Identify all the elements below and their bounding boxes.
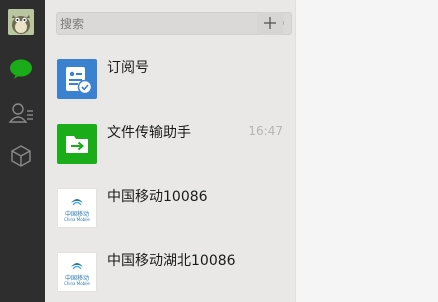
add-button[interactable]	[257, 12, 283, 35]
chat-list-pane: 订阅号 文件传输助手 16:47 中国移动 China Mobile	[45, 0, 295, 302]
logo-text-en: China Mobile	[64, 281, 90, 286]
chat-name: 订阅号	[107, 60, 149, 76]
favorites-cube-icon[interactable]	[8, 143, 34, 169]
chat-time: 16:47	[248, 124, 283, 138]
user-avatar[interactable]	[8, 9, 34, 35]
china-mobile-logo: 中国移动 China Mobile	[57, 252, 97, 292]
contacts-icon[interactable]	[8, 101, 34, 127]
chat-item-subscriptions[interactable]: 订阅号	[45, 53, 295, 117]
chat-item-china-mobile-hubei[interactable]: 中国移动 China Mobile 中国移动湖北10086	[45, 246, 295, 302]
chat-item-china-mobile[interactable]: 中国移动 China Mobile 中国移动10086	[45, 182, 295, 246]
plus-icon	[264, 17, 276, 29]
subscription-icon	[57, 59, 97, 99]
chat-item-file-transfer[interactable]: 文件传输助手 16:47	[45, 118, 295, 182]
china-mobile-logo: 中国移动 China Mobile	[57, 188, 97, 228]
chat-name: 文件传输助手	[107, 125, 191, 141]
chat-name: 中国移动湖北10086	[107, 253, 236, 269]
logo-text-en: China Mobile	[64, 217, 90, 222]
chat-bubble-icon[interactable]	[8, 56, 34, 82]
chat-name: 中国移动10086	[107, 189, 208, 205]
sidebar	[0, 0, 45, 302]
conversation-pane	[295, 0, 438, 302]
search-input[interactable]	[60, 15, 260, 32]
file-transfer-icon	[57, 124, 97, 164]
